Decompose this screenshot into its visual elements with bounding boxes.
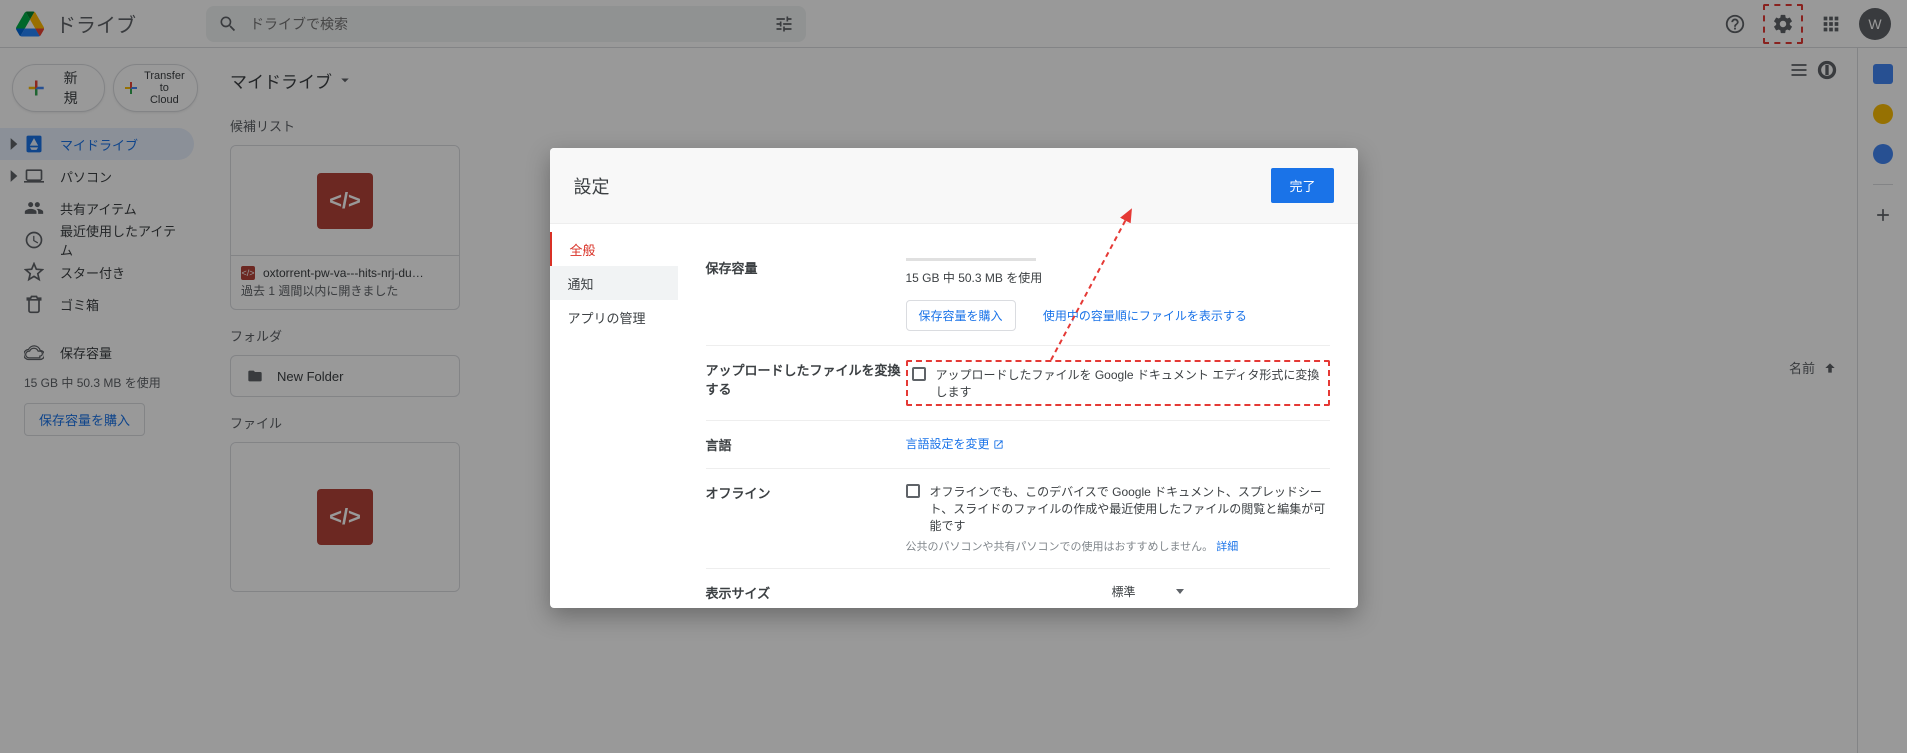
dialog-nav-notifications[interactable]: 通知: [550, 266, 678, 300]
open-external-icon: [993, 439, 1004, 450]
change-language-link[interactable]: 言語設定を変更: [906, 437, 1004, 451]
dialog-header: 設定 完了: [550, 148, 1358, 224]
dialog-nav-general[interactable]: 全般: [550, 232, 678, 266]
dialog-content: 保存容量 15 GB 中 50.3 MB を使用 保存容量を購入 使用中の容量順…: [678, 224, 1358, 608]
offline-details-link[interactable]: 詳細: [1216, 541, 1238, 553]
view-storage-link[interactable]: 使用中の容量順にファイルを表示する: [1043, 309, 1247, 323]
dialog-nav-apps[interactable]: アプリの管理: [550, 300, 678, 334]
density-select[interactable]: 標準: [906, 583, 1330, 600]
setting-density: 表示サイズ 標準: [706, 569, 1330, 608]
offline-checkbox[interactable]: [906, 484, 920, 498]
chevron-down-icon: [1176, 589, 1184, 594]
setting-convert: アップロードしたファイルを変換する アップロードしたファイルを Google ド…: [706, 346, 1330, 421]
buy-storage-link[interactable]: 保存容量を購入: [906, 300, 1016, 331]
setting-offline: オフライン オフラインでも、このデバイスで Google ドキュメント、スプレッ…: [706, 469, 1330, 569]
done-button[interactable]: 完了: [1271, 168, 1333, 203]
storage-bar: [906, 258, 1036, 261]
setting-language: 言語 言語設定を変更: [706, 421, 1330, 469]
storage-usage: 15 GB 中 50.3 MB を使用: [906, 269, 1330, 286]
dialog-nav: 全般 通知 アプリの管理: [550, 224, 678, 608]
dialog-title: 設定: [574, 173, 610, 199]
convert-checkbox[interactable]: [912, 367, 926, 381]
setting-storage: 保存容量 15 GB 中 50.3 MB を使用 保存容量を購入 使用中の容量順…: [706, 244, 1330, 346]
modal-overlay: 設定 完了 全般 通知 アプリの管理 保存容量 15 GB 中 50.3 MB …: [0, 0, 1907, 753]
settings-dialog: 設定 完了 全般 通知 アプリの管理 保存容量 15 GB 中 50.3 MB …: [550, 148, 1358, 608]
